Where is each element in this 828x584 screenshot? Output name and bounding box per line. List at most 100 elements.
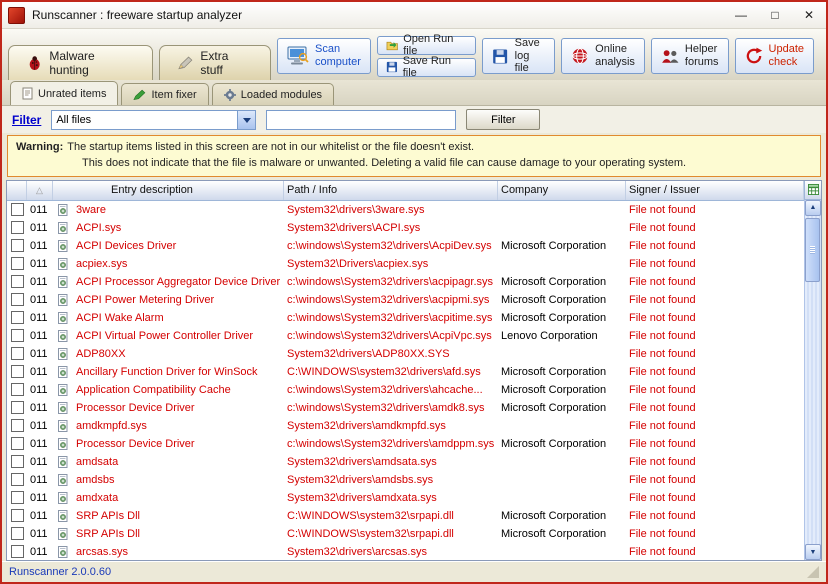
table-row[interactable]: 011 Processor Device Driver c:\windows\S…: [7, 435, 804, 453]
row-checkbox[interactable]: [11, 437, 24, 450]
table-row[interactable]: 011 amdsbs System32\drivers\amdsbs.sys F…: [7, 471, 804, 489]
subtab-unrated-items[interactable]: Unrated items: [10, 81, 118, 105]
table-row[interactable]: 011 ADP80XX System32\drivers\ADP80XX.SYS…: [7, 345, 804, 363]
tab-malware-hunting[interactable]: Malware hunting: [8, 45, 153, 80]
scan-computer-button[interactable]: Scancomputer: [277, 38, 371, 74]
app-window: Runscanner : freeware startup analyzer —…: [0, 0, 828, 584]
header-entry-description[interactable]: Entry description: [53, 181, 284, 200]
table-row[interactable]: 011 Ancillary Function Driver for WinSoc…: [7, 363, 804, 381]
table-row[interactable]: 011 ACPI Wake Alarm c:\windows\System32\…: [7, 309, 804, 327]
table-row[interactable]: 011 ACPI Devices Driver c:\windows\Syste…: [7, 237, 804, 255]
header-path-info[interactable]: Path / Info: [284, 181, 498, 200]
scroll-down-button[interactable]: ▼: [805, 544, 821, 560]
table-row[interactable]: 011 amdsata System32\drivers\amdsata.sys…: [7, 453, 804, 471]
row-checkbox[interactable]: [11, 473, 24, 486]
path-info: System32\drivers\amdsbs.sys: [284, 474, 498, 486]
row-checkbox[interactable]: [11, 311, 24, 324]
driver-file-icon: [57, 258, 69, 270]
table-row[interactable]: 011 ACPI.sys System32\drivers\ACPI.sys F…: [7, 219, 804, 237]
online-analysis-button[interactable]: Onlineanalysis: [561, 38, 645, 74]
row-checkbox[interactable]: [11, 455, 24, 468]
filter-dropdown[interactable]: All files: [51, 110, 256, 130]
warning-line1: The startup items listed in this screen …: [67, 141, 474, 153]
entry-description: acpiex.sys: [73, 258, 284, 270]
row-checkbox[interactable]: [11, 491, 24, 504]
filter-button[interactable]: Filter: [466, 109, 540, 130]
header-checkbox-column[interactable]: [7, 181, 27, 200]
entry-description: ACPI Wake Alarm: [73, 312, 284, 324]
signer-issuer: File not found: [626, 366, 804, 378]
row-checkbox[interactable]: [11, 329, 24, 342]
table-row[interactable]: 011 acpiex.sys System32\Drivers\acpiex.s…: [7, 255, 804, 273]
filter-link[interactable]: Filter: [12, 113, 41, 127]
scrollbar-track[interactable]: [805, 216, 821, 544]
row-number: 011: [27, 456, 53, 468]
filter-row: Filter All files Filter: [2, 106, 826, 133]
close-button[interactable]: ✕: [792, 3, 826, 27]
row-checkbox[interactable]: [11, 239, 24, 252]
path-info: c:\windows\System32\drivers\acpipmi.sys: [284, 294, 498, 306]
row-checkbox[interactable]: [11, 347, 24, 360]
resize-grip[interactable]: [807, 566, 819, 578]
table-row[interactable]: 011 SRP APIs Dll C:\WINDOWS\system32\srp…: [7, 525, 804, 543]
header-company[interactable]: Company: [498, 181, 626, 200]
row-checkbox[interactable]: [11, 545, 24, 558]
signer-issuer: File not found: [626, 546, 804, 558]
row-checkbox[interactable]: [11, 275, 24, 288]
column-options-button[interactable]: [804, 181, 821, 200]
table-row[interactable]: 011 Application Compatibility Cache c:\w…: [7, 381, 804, 399]
subtab-loaded-modules[interactable]: Loaded modules: [212, 83, 334, 105]
row-checkbox[interactable]: [11, 419, 24, 432]
dropdown-arrow-icon[interactable]: [237, 111, 255, 129]
driver-file-icon: [57, 438, 69, 450]
maximize-button[interactable]: □: [758, 3, 792, 27]
table-row[interactable]: 011 SRP APIs Dll C:\WINDOWS\system32\srp…: [7, 507, 804, 525]
entry-description: SRP APIs Dll: [73, 510, 284, 522]
table-row[interactable]: 011 ACPI Virtual Power Controller Driver…: [7, 327, 804, 345]
save-run-file-button[interactable]: Save Run file: [377, 58, 476, 77]
table-row[interactable]: 011 ACPI Power Metering Driver c:\window…: [7, 291, 804, 309]
row-number: 011: [27, 492, 53, 504]
table-row[interactable]: 011 amdkmpfd.sys System32\drivers\amdkmp…: [7, 417, 804, 435]
gear-icon: [224, 89, 236, 101]
row-checkbox[interactable]: [11, 293, 24, 306]
filter-text-input[interactable]: [266, 110, 456, 130]
minimize-button[interactable]: —: [724, 3, 758, 27]
update-check-button[interactable]: Updatecheck: [735, 38, 814, 74]
run-file-buttons: Open Run file Save Run file: [377, 36, 476, 77]
row-number: 011: [27, 474, 53, 486]
table-row[interactable]: 011 3ware System32\drivers\3ware.sys Fil…: [7, 201, 804, 219]
row-number: 011: [27, 438, 53, 450]
row-checkbox[interactable]: [11, 527, 24, 540]
row-checkbox[interactable]: [11, 401, 24, 414]
row-checkbox[interactable]: [11, 221, 24, 234]
tab-malware-label: Malware hunting: [49, 49, 134, 77]
row-checkbox[interactable]: [11, 365, 24, 378]
table-row[interactable]: 011 ACPI Processor Aggregator Device Dri…: [7, 273, 804, 291]
tab-extra-stuff[interactable]: Extra stuff: [159, 45, 271, 80]
open-run-label: Open Run file: [403, 33, 467, 57]
version-text: Runscanner 2.0.0.60: [9, 566, 111, 578]
header-sort-column[interactable]: △: [27, 181, 53, 200]
header-signer-issuer[interactable]: Signer / Issuer: [626, 181, 804, 200]
row-checkbox[interactable]: [11, 383, 24, 396]
entry-description: Application Compatibility Cache: [73, 384, 284, 396]
open-run-file-button[interactable]: Open Run file: [377, 36, 476, 55]
subtab-item-fixer[interactable]: Item fixer: [121, 83, 208, 105]
scrollbar-thumb[interactable]: [805, 218, 820, 282]
driver-file-icon: [57, 204, 69, 216]
helper-forums-button[interactable]: Helperforums: [651, 38, 729, 74]
table-row[interactable]: 011 arcsas.sys System32\drivers\arcsas.s…: [7, 543, 804, 560]
vertical-scrollbar[interactable]: ▲ ▼: [804, 200, 821, 560]
save-log-file-button[interactable]: Savelog file: [482, 38, 555, 74]
signer-issuer: File not found: [626, 240, 804, 252]
signer-issuer: File not found: [626, 510, 804, 522]
scroll-up-button[interactable]: ▲: [805, 200, 821, 216]
row-number: 011: [27, 348, 53, 360]
row-checkbox[interactable]: [11, 203, 24, 216]
grid-icon: [808, 184, 819, 195]
row-checkbox[interactable]: [11, 257, 24, 270]
row-checkbox[interactable]: [11, 509, 24, 522]
table-row[interactable]: 011 amdxata System32\drivers\amdxata.sys…: [7, 489, 804, 507]
table-row[interactable]: 011 Processor Device Driver c:\windows\S…: [7, 399, 804, 417]
